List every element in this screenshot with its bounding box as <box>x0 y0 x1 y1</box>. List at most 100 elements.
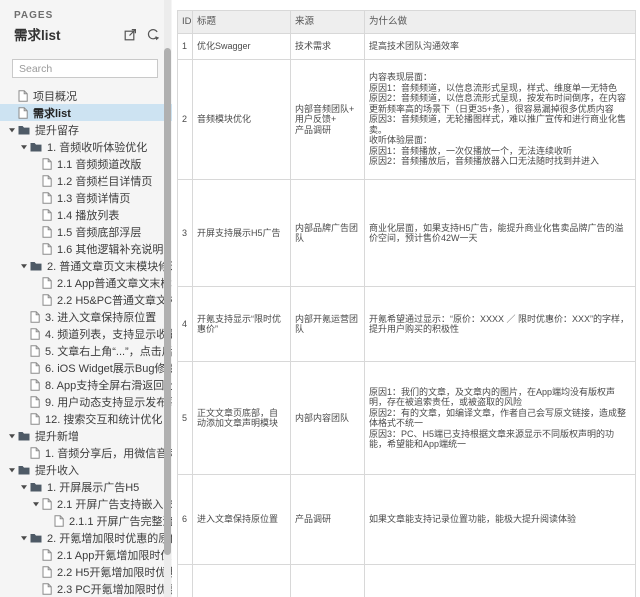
tree-folder-item[interactable]: 1. 音频收听体验优化 <box>0 138 172 155</box>
tree-doc-item[interactable]: 5. 文章右上角“...”，点击后弹窗 <box>0 342 172 359</box>
tree-item-label: 2.1 App普通文章文末模块修 <box>57 275 172 291</box>
tree-item-label: 1.6 其他逻辑补充说明 <box>57 241 163 257</box>
tree-doc-item[interactable]: 2.1 App普通文章文末模块修 <box>0 274 172 291</box>
table-row <box>178 565 636 597</box>
search-input[interactable] <box>12 59 158 78</box>
tree-doc-item[interactable]: 3. 进入文章保持原位置 <box>0 308 172 325</box>
tree-item-label: 需求list <box>33 105 71 121</box>
tree-item-label: 2.3 PC开氪增加限时优惠的 <box>57 581 172 597</box>
column-header-why: 为什么做 <box>365 11 636 34</box>
tree-doc-item[interactable]: 2.2 H5&PC普通文章文末模块 <box>0 291 172 308</box>
tree-doc-item[interactable]: 4. 频道列表，支持显示收藏数 <box>0 325 172 342</box>
table-body: 1优化Swagger技术需求提高技术团队沟通效率2音频模块优化内部音频团队+ 用… <box>178 34 636 597</box>
tree-folder-item[interactable]: 2. 普通文章页文末模块修改 <box>0 257 172 274</box>
folder-icon <box>30 482 42 492</box>
table-row: 2音频模块优化内部音频团队+ 用户反馈+ 产品调研内容表现层面： 原因1：音频频… <box>178 60 636 180</box>
tree-item-label: 1.1 音频频道改版 <box>57 156 141 172</box>
tree-doc-item[interactable]: 1.2 音频栏目详情页 <box>0 172 172 189</box>
export-icon[interactable] <box>124 28 137 41</box>
sidebar: PAGES 需求list 项目概 <box>0 0 172 597</box>
chevron-down-icon[interactable] <box>18 534 30 542</box>
document-icon <box>30 447 40 459</box>
chevron-down-icon[interactable] <box>18 143 30 151</box>
chevron-down-icon[interactable] <box>30 500 42 508</box>
folder-icon <box>30 142 42 152</box>
tree-item-label: 1.4 播放列表 <box>57 207 119 223</box>
cell-title: 优化Swagger <box>193 34 291 60</box>
document-icon <box>42 243 52 255</box>
tree-doc-item[interactable]: 2.3 PC开氪增加限时优惠的 <box>0 580 172 597</box>
chevron-down-icon[interactable] <box>18 483 30 491</box>
cell-why: 开氪希望通过显示：“原价：XXXX ／ 限时优惠价：XXX”的字样，提升用户购买… <box>365 287 636 362</box>
cell-id: 4 <box>178 287 193 362</box>
tree-doc-item[interactable]: 2.2 H5开氪增加限时优惠的 <box>0 563 172 580</box>
tree-item-label: 提升收入 <box>35 462 79 478</box>
tree-doc-item[interactable]: 1.1 音频频道改版 <box>0 155 172 172</box>
tree-item-label: 6. iOS Widget展示Bug修复 <box>45 360 172 376</box>
requirements-table: ID 标题 来源 为什么做 1优化Swagger技术需求提高技术团队沟通效率2音… <box>177 10 636 597</box>
tree-item-label: 2. 普通文章页文末模块修改 <box>47 258 172 274</box>
cell-title: 进入文章保持原位置 <box>193 475 291 565</box>
cell-source: 内部音频团队+ 用户反馈+ 产品调研 <box>291 60 365 180</box>
tree-doc-item[interactable]: 8. App支持全屏右滑返回上一级 <box>0 376 172 393</box>
tree-item-label: 项目概况 <box>33 88 77 104</box>
tree-doc-item[interactable]: 2.1 App开氪增加限时优惠的 <box>0 546 172 563</box>
sidebar-scrollbar[interactable] <box>164 0 171 597</box>
tree-folder-item[interactable]: 提升新增 <box>0 427 172 444</box>
tree-doc-item[interactable]: 1.6 其他逻辑补充说明 <box>0 240 172 257</box>
cell-title <box>193 565 291 597</box>
tree-folder-item[interactable]: 2. 开氪增加限时优惠的原价字样 <box>0 529 172 546</box>
cell-id <box>178 565 193 597</box>
chevron-down-icon[interactable] <box>6 126 18 134</box>
tree-doc-item[interactable]: 1.3 音频详情页 <box>0 189 172 206</box>
folder-icon <box>18 431 30 441</box>
cell-source: 技术需求 <box>291 34 365 60</box>
chevron-down-icon[interactable] <box>18 262 30 270</box>
cell-source: 内部品牌广告团队 <box>291 180 365 287</box>
folder-icon <box>18 125 30 135</box>
cell-id: 2 <box>178 60 193 180</box>
refresh-icon[interactable] <box>146 28 160 41</box>
document-icon <box>42 277 52 289</box>
folder-icon <box>30 261 42 271</box>
tree-item-label: 1. 音频收听体验优化 <box>47 139 147 155</box>
sidebar-scrollbar-thumb[interactable] <box>164 48 171 555</box>
cell-title: 正文文章页底部，自动添加文章声明模块 <box>193 362 291 475</box>
tree-doc-item[interactable]: 2.1.1 开屏广告完整流程 <box>0 512 172 529</box>
tree-folder-item[interactable]: 提升留存 <box>0 121 172 138</box>
tree-doc-item[interactable]: 1.5 音频底部浮层 <box>0 223 172 240</box>
tree-doc-item[interactable]: 9. 用户动态支持显示发布评论 <box>0 393 172 410</box>
tree-doc-item[interactable]: 需求list <box>0 104 172 121</box>
folder-icon <box>30 533 42 543</box>
chevron-down-icon[interactable] <box>6 432 18 440</box>
document-icon <box>30 362 40 374</box>
document-icon <box>42 192 52 204</box>
table-row: 3开屏支持展示H5广告内部品牌广告团队商业化层面，如果支持H5广告，能提升商业化… <box>178 180 636 287</box>
table-row: 4开氪支持显示“限时优惠价”内部开氪运营团队开氪希望通过显示：“原价：XXXX … <box>178 287 636 362</box>
tree-item-label: 9. 用户动态支持显示发布评论 <box>45 394 172 410</box>
tree-doc-item[interactable]: 12. 搜索交互和统计优化 <box>0 410 172 427</box>
tree-doc-item[interactable]: 1. 音频分享后，用微信音频模块 <box>0 444 172 461</box>
tree-doc-item[interactable]: 项目概况 <box>0 87 172 104</box>
tree-doc-item[interactable]: 1.4 播放列表 <box>0 206 172 223</box>
tree-item-label: 提升新增 <box>35 428 79 444</box>
column-header-id: ID <box>178 11 193 34</box>
tree-folder-item[interactable]: 提升收入 <box>0 461 172 478</box>
chevron-down-icon[interactable] <box>6 466 18 474</box>
tree-item-label: 2.1 开屏广告支持嵌入h5 <box>57 496 172 512</box>
pages-label: PAGES <box>0 0 172 21</box>
document-icon <box>42 294 52 306</box>
cell-why <box>365 565 636 597</box>
document-icon <box>30 311 40 323</box>
document-icon <box>30 413 40 425</box>
table-row: 6进入文章保持原位置产品调研如果文章能支持记录位置功能，能极大提升阅读体验 <box>178 475 636 565</box>
table-row: 1优化Swagger技术需求提高技术团队沟通效率 <box>178 34 636 60</box>
cell-why: 商业化层面，如果支持H5广告，能提升商业化售卖品牌广告的溢价空间，预计售价42W… <box>365 180 636 287</box>
tree-folder-item[interactable]: 1. 开屏展示广告H5 <box>0 478 172 495</box>
document-icon <box>30 328 40 340</box>
tree-item-label: 2.1 App开氪增加限时优惠的 <box>57 547 172 563</box>
table-row: 5正文文章页底部，自动添加文章声明模块内部内容团队原因1：我们的文章，及文章内的… <box>178 362 636 475</box>
cell-why: 如果文章能支持记录位置功能，能极大提升阅读体验 <box>365 475 636 565</box>
tree-doc-item[interactable]: 2.1 开屏广告支持嵌入h5 <box>0 495 172 512</box>
tree-doc-item[interactable]: 6. iOS Widget展示Bug修复 <box>0 359 172 376</box>
